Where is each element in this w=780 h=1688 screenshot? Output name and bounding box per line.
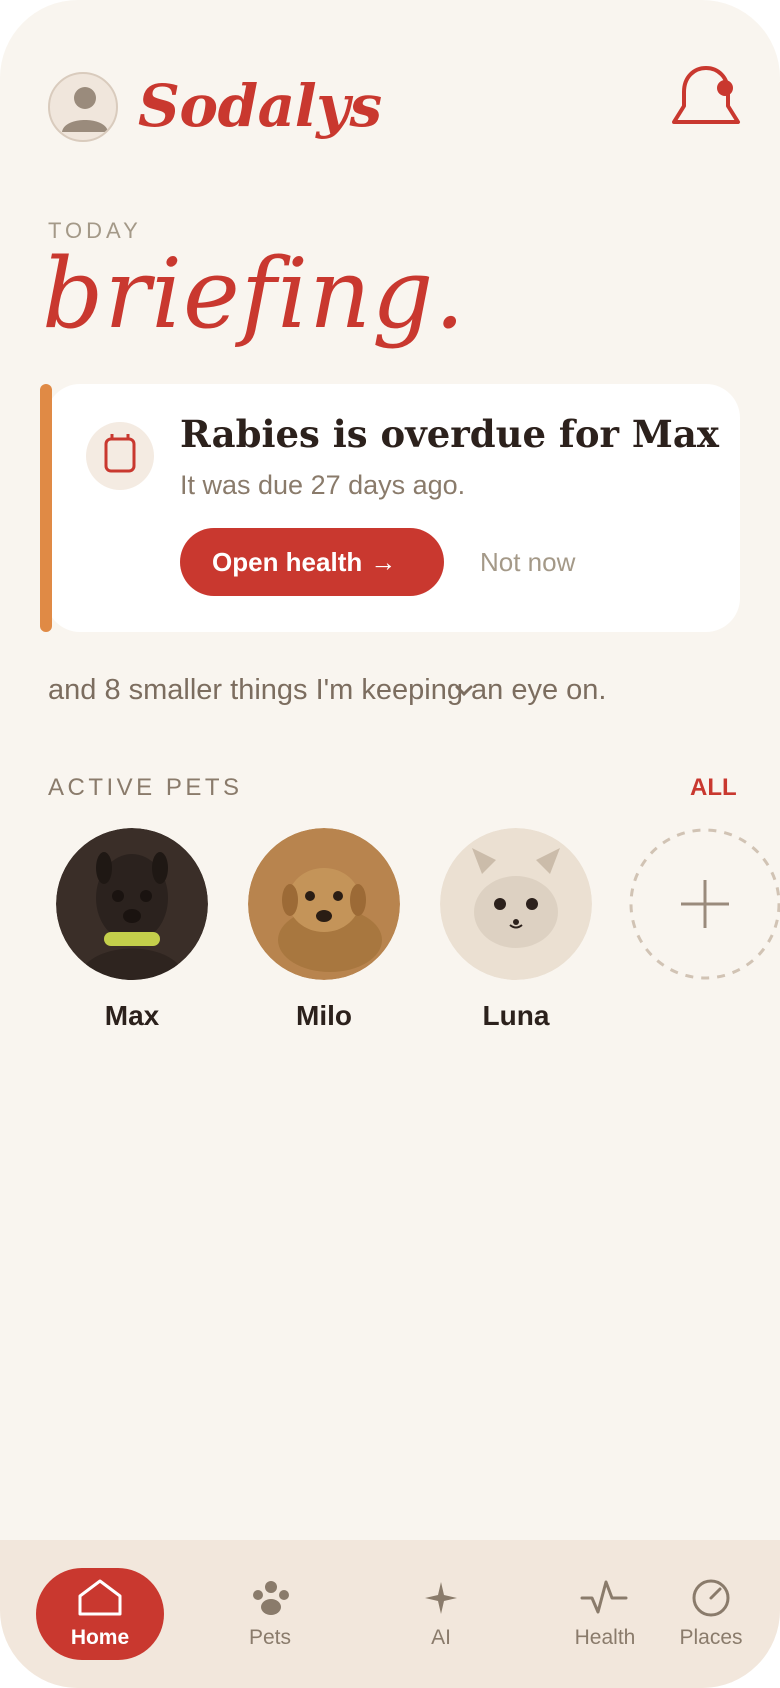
open-health-button[interactable]: Open health → (180, 528, 444, 596)
pet-card-max[interactable]: Max (56, 828, 208, 1038)
bell-icon (672, 66, 740, 124)
nav-label: AI (431, 1626, 451, 1649)
vial-icon (104, 434, 136, 473)
nav-label: Pets (248, 1626, 292, 1649)
app-title: Sodalys (138, 72, 382, 140)
pet-name: Max (104, 1000, 160, 1031)
nav-item-places[interactable]: Places (656, 1568, 766, 1660)
chevron-down-icon[interactable] (454, 684, 474, 698)
nav-label: Home (70, 1626, 130, 1649)
pet-photo-max (56, 828, 208, 980)
nav-item-home[interactable]: Home (36, 1568, 164, 1660)
add-pet-button[interactable] (629, 828, 780, 980)
active-pets-heading: ACTIVE PETS (48, 774, 243, 801)
pet-card-milo[interactable]: Milo (248, 828, 400, 1038)
phone-screen: Sodalys TODAY briefing. Rabies is overdu… (0, 0, 780, 1688)
nav-label: Places (679, 1626, 743, 1649)
alert-icon-badge (86, 422, 154, 490)
nav-item-health[interactable]: Health (550, 1568, 660, 1660)
plus-icon (629, 828, 780, 980)
sparkle-icon (425, 1582, 457, 1614)
nav-item-pets[interactable]: Pets (215, 1568, 325, 1660)
paw-icon (253, 1581, 289, 1615)
pet-photo-luna (440, 828, 592, 980)
alert-subtitle: It was due 27 days ago. (180, 470, 466, 500)
pet-name: Luna (482, 1000, 550, 1031)
not-now-button[interactable]: Not now (480, 544, 575, 580)
open-health-label: Open health (212, 547, 363, 577)
view-all-pets-link[interactable]: ALL (690, 772, 737, 804)
notification-dot (717, 80, 733, 96)
alert-title: Rabies is overdue for Max (180, 412, 719, 456)
home-icon (78, 1579, 122, 1616)
user-icon (62, 87, 108, 132)
pet-name: Milo (296, 1000, 352, 1031)
arrow-right-icon: → (370, 547, 397, 577)
profile-avatar[interactable] (48, 72, 118, 142)
notifications-button[interactable] (670, 62, 742, 128)
pet-card-luna[interactable]: Luna (440, 828, 592, 1038)
dog-portrait-icon (248, 828, 400, 980)
nav-item-ai[interactable]: AI (386, 1568, 496, 1660)
compass-icon (692, 1579, 730, 1617)
page-title: briefing. (42, 238, 466, 350)
cat-portrait-icon (440, 828, 592, 980)
nav-label: Health (574, 1626, 636, 1649)
pulse-icon (580, 1580, 628, 1614)
dog-portrait-icon (56, 828, 208, 980)
alert-card-accent (40, 384, 52, 632)
smaller-things-summary[interactable]: and 8 smaller things I'm keeping an eye … (48, 670, 606, 710)
pet-photo-milo (248, 828, 400, 980)
